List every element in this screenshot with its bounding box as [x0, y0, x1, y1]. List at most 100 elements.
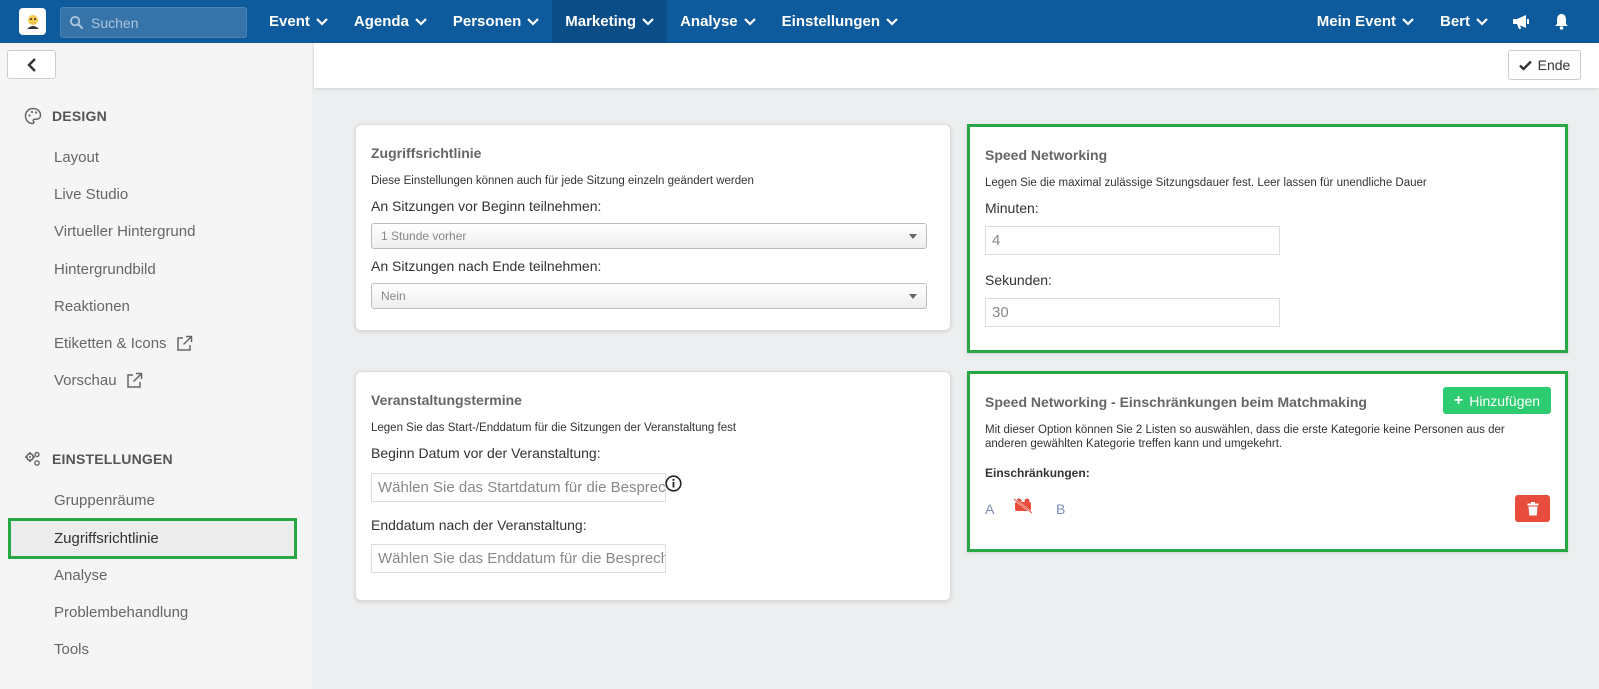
sidebar-item-live-studio[interactable]: Live Studio [54, 186, 128, 203]
sidebar-item-layout[interactable]: Layout [54, 149, 99, 166]
search-icon [69, 15, 84, 30]
start-date-input[interactable]: Wählen Sie das Startdatum für die Bespre… [371, 473, 666, 502]
nav-mein-event-label: Mein Event [1316, 13, 1396, 30]
sidebar-item-labels-icons[interactable]: Etiketten & Icons [54, 335, 193, 352]
dropdown-arrow-icon [909, 294, 917, 299]
start-date-label: Beginn Datum vor der Veranstaltung: [371, 445, 601, 461]
seconds-value: 30 [992, 304, 1009, 321]
check-icon [1518, 60, 1532, 71]
end-date-label: Enddatum nach der Veranstaltung: [371, 517, 587, 533]
join-after-value: Nein [381, 289, 406, 303]
gears-icon [25, 451, 40, 466]
nav-agenda[interactable]: Agenda [341, 0, 440, 43]
join-before-label: An Sitzungen vor Beginn teilnehmen: [371, 198, 602, 214]
sidebar-item-label: Etiketten & Icons [54, 335, 167, 352]
chevron-down-icon [527, 17, 540, 26]
nav-event[interactable]: Event [256, 0, 341, 43]
sidebar-item-background-image[interactable]: Hintergrundbild [54, 261, 156, 278]
nav-personen[interactable]: Personen [440, 0, 552, 43]
minutes-value: 4 [992, 232, 1001, 249]
sidebar-item-tools[interactable]: Tools [54, 641, 89, 658]
sidebar: DESIGN Layout Live Studio Virtueller Hin… [0, 43, 312, 689]
speed-networking-card: Speed Networking Legen Sie die maximal z… [967, 124, 1568, 353]
chevron-down-icon [1476, 17, 1488, 26]
announcements-button[interactable] [1501, 0, 1541, 43]
sidebar-item-label: Live Studio [54, 186, 129, 203]
sidebar-item-label: Layout [54, 149, 100, 166]
back-button[interactable] [7, 50, 56, 79]
end-date-input[interactable]: Wählen Sie das Enddatum für die Besprech… [371, 544, 666, 573]
nav-analyse-label: Analyse [680, 13, 738, 30]
sidebar-item-virtual-background[interactable]: Virtueller Hintergrund [54, 223, 195, 240]
info-icon[interactable] [665, 475, 682, 492]
content-header: Ende [314, 43, 1599, 88]
trash-icon [1527, 501, 1538, 515]
delete-restriction-button[interactable] [1515, 495, 1550, 522]
sidebar-item-label: Zugriffsrichtlinie [54, 530, 159, 547]
notifications-button[interactable] [1541, 0, 1581, 43]
sidebar-item-troubleshooting[interactable]: Problembehandlung [54, 604, 188, 621]
search-box[interactable] [60, 7, 247, 38]
nav-marketing-label: Marketing [565, 13, 637, 30]
nav-einstellungen[interactable]: Einstellungen [769, 0, 911, 43]
app-logo[interactable] [19, 8, 46, 35]
event-dates-card: Veranstaltungstermine Legen Sie das Star… [355, 371, 951, 601]
card-description: Mit dieser Option können Sie 2 Listen so… [985, 424, 1505, 450]
chevron-down-icon [886, 17, 898, 26]
sidebar-item-analytics[interactable]: Analyse [54, 567, 107, 584]
end-button[interactable]: Ende [1508, 50, 1581, 80]
external-link-icon [176, 335, 192, 351]
minutes-label: Minuten: [985, 200, 1039, 216]
plus-icon: + [1453, 391, 1464, 409]
sidebar-item-label: Gruppenräume [54, 492, 155, 509]
card-description: Legen Sie die maximal zulässige Sitzungs… [985, 177, 1427, 189]
nav-marketing[interactable]: Marketing [552, 0, 668, 43]
sidebar-item-access-policy[interactable]: Zugriffsrichtlinie [8, 518, 297, 559]
card-title: Speed Networking [985, 147, 1108, 163]
sidebar-item-reactions[interactable]: Reaktionen [54, 298, 130, 315]
minutes-input[interactable]: 4 [985, 226, 1280, 255]
chevron-down-icon [415, 17, 427, 26]
nav-personen-label: Personen [452, 13, 522, 30]
no-meeting-icon [1013, 498, 1033, 514]
user-nav: Mein Event Bert [1304, 0, 1581, 43]
restriction-list-b: B [1056, 501, 1066, 517]
add-button-label: Hinzufügen [1469, 392, 1541, 409]
bell-icon [1554, 14, 1568, 30]
sidebar-item-label: Tools [54, 641, 90, 658]
end-button-label: Ende [1537, 57, 1571, 73]
card-title: Zugriffsrichtlinie [371, 145, 482, 161]
search-input[interactable] [91, 14, 241, 31]
sidebar-item-group-rooms[interactable]: Gruppenräume [54, 492, 155, 509]
nav-user-menu[interactable]: Bert [1427, 0, 1501, 43]
nav-event-label: Event [269, 13, 310, 30]
join-after-select[interactable]: Nein [371, 283, 927, 309]
card-title: Speed Networking - Einschränkungen beim … [985, 394, 1367, 410]
seconds-input[interactable]: 30 [985, 298, 1280, 327]
add-restriction-button[interactable]: + Hinzufügen [1443, 387, 1551, 414]
nav-user-label: Bert [1439, 13, 1470, 30]
chevron-down-icon [743, 17, 756, 26]
palette-icon [24, 107, 42, 125]
sidebar-item-label: Hintergrundbild [54, 261, 156, 278]
top-navigation-bar: Event Agenda Personen Marketing Analyse … [0, 0, 1599, 43]
section-design-title: DESIGN [52, 108, 107, 124]
card-description: Legen Sie das Start-/Enddatum für die Si… [371, 422, 737, 434]
main-nav: Event Agenda Personen Marketing Analyse … [256, 0, 911, 43]
join-before-select[interactable]: 1 Stunde vorher [371, 223, 927, 249]
nav-agenda-label: Agenda [353, 13, 409, 30]
card-title: Veranstaltungstermine [371, 392, 522, 408]
nav-analyse[interactable]: Analyse [667, 0, 769, 43]
sidebar-item-preview[interactable]: Vorschau [54, 372, 143, 389]
chevron-down-icon [642, 17, 654, 26]
section-settings-title: EINSTELLUNGEN [52, 451, 173, 467]
dropdown-arrow-icon [909, 234, 917, 239]
end-date-placeholder: Wählen Sie das Enddatum für die Besprech… [378, 550, 666, 567]
sidebar-item-label: Problembehandlung [54, 604, 189, 621]
start-date-placeholder: Wählen Sie das Startdatum für die Bespre… [378, 479, 666, 496]
restrictions-label: Einschränkungen: [985, 466, 1090, 480]
access-policy-card: Zugriffsrichtlinie Diese Einstellungen k… [355, 124, 951, 331]
restriction-list-a: A [985, 501, 995, 517]
nav-mein-event[interactable]: Mein Event [1304, 0, 1427, 43]
sidebar-item-label: Reaktionen [54, 298, 130, 315]
